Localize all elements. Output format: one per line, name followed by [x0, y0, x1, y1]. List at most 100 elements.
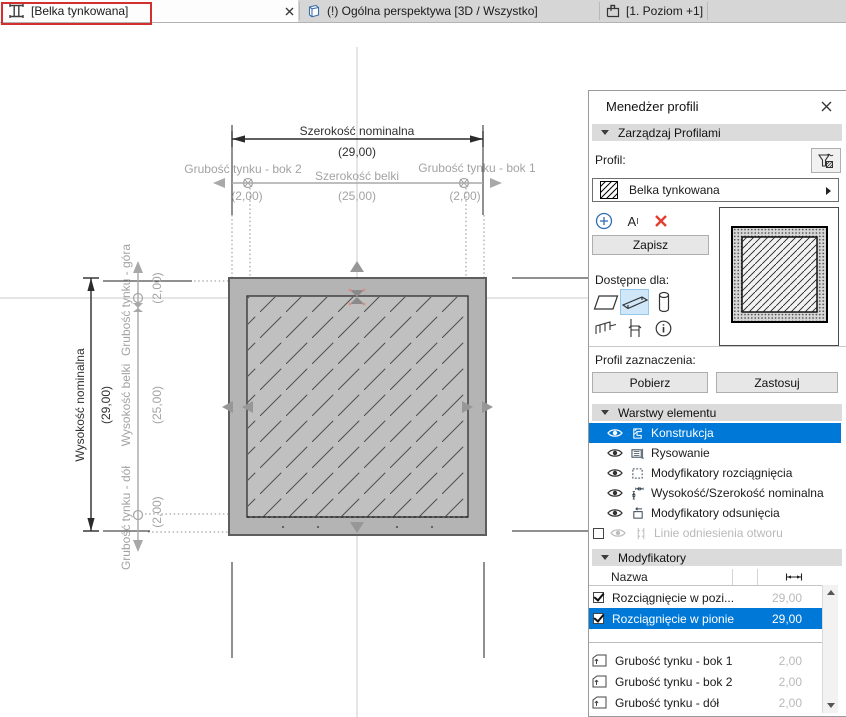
modifier-value[interactable]: 29,00 [772, 612, 802, 626]
profile-filter-button[interactable] [811, 148, 841, 173]
handle-top[interactable] [350, 261, 364, 272]
modifier-value[interactable]: 2,00 [779, 675, 802, 689]
value-column-header-icon[interactable] [785, 573, 803, 581]
tab-bar: [Belka tynkowana] (!) Ogólna perspektywa… [0, 0, 846, 23]
dim-label: Szerokość belki [315, 169, 399, 183]
modifier-row-plaster-bottom[interactable]: Grubość tynku - dół 2,00 [589, 692, 822, 713]
profile-label: Profil: [595, 153, 626, 167]
visibility-eye-icon[interactable] [607, 488, 623, 498]
dim-height-chain: Grubość tynku - góra (2,00) Wysokość bel… [119, 244, 164, 570]
arrow-up-icon [826, 590, 835, 595]
profile-dropdown[interactable]: Belka tynkowana [592, 178, 839, 202]
save-button[interactable]: Zapisz [592, 235, 709, 255]
rename-icon: A [627, 213, 637, 229]
visibility-eye-icon[interactable] [607, 428, 623, 438]
tab-label: [Belka tynkowana] [31, 4, 129, 18]
profile-preview [719, 207, 839, 346]
profile-swatch-icon [600, 181, 618, 199]
pick-up-button[interactable]: Pobierz [592, 372, 708, 393]
modifier-value[interactable]: 2,00 [779, 696, 802, 710]
layer-row-offset-modifiers[interactable]: Modyfikatory odsunięcia [589, 503, 841, 523]
dim-value: (29,00) [99, 386, 113, 424]
modifier-row-plaster-side1[interactable]: Grubość tynku - bok 1 2,00 [589, 650, 822, 671]
available-for-label: Dostępne dla: [595, 273, 670, 287]
layer-row-opening-reference[interactable]: Linie odniesienia otworu [589, 523, 841, 543]
modifier-row-stretch-horizontal[interactable]: Rozciągnięcie w pozi... 29,00 [589, 587, 822, 608]
beam-profile[interactable] [228, 277, 487, 536]
name-column-header[interactable]: Nazwa [611, 570, 648, 584]
modifier-label: Grubość tynku - dół [615, 695, 720, 710]
offset-modifier-icon [592, 654, 607, 667]
scroll-down-button[interactable] [823, 698, 838, 713]
modifier-label: Rozciągnięcie w pozi... [612, 590, 735, 605]
section-modifiers[interactable]: Modyfikatory [592, 549, 842, 566]
add-icon [595, 212, 613, 230]
dim-label: Grubość tynku - dół [119, 466, 133, 570]
tab-separator [599, 2, 600, 20]
modifiers-table-header[interactable]: Nazwa [589, 568, 822, 586]
scroll-up-button[interactable] [823, 585, 838, 600]
section-element-layers[interactable]: Warstwy elementu [592, 404, 842, 421]
tab-close-button[interactable] [281, 0, 298, 22]
handle-right-outer[interactable] [482, 401, 493, 413]
tab-floor-plan[interactable]: [1. Poziom +1] [606, 0, 703, 22]
tab-3d-perspective[interactable]: (!) Ogólna perspektywa [3D / Wszystko] [306, 0, 538, 22]
available-railing-toggle[interactable] [591, 315, 620, 341]
dim-value: (2,00) [449, 189, 480, 203]
3d-view-icon [308, 4, 320, 17]
apply-button[interactable]: Zastosuj [716, 372, 838, 393]
handle-left-outer[interactable] [222, 401, 233, 413]
section-label: Zarządzaj Profilami [618, 125, 721, 140]
profile-ibeam-icon [9, 4, 24, 18]
delete-profile-button[interactable] [651, 211, 671, 231]
delete-x-icon [655, 215, 667, 227]
modifier-checkbox[interactable] [593, 613, 604, 624]
available-info-button[interactable] [649, 315, 678, 341]
visibility-eye-icon[interactable] [607, 468, 623, 478]
modifiers-scrollbar[interactable] [822, 585, 838, 713]
arrow-down-icon [826, 703, 835, 708]
available-wall-toggle[interactable] [591, 289, 620, 315]
divider [589, 346, 846, 347]
section-caret-icon [601, 130, 609, 135]
section-manage-profiles[interactable]: Zarządzaj Profilami [592, 124, 842, 141]
layer-row-construction[interactable]: Konstrukcja [589, 423, 841, 443]
profile-manager-panel: Menedżer profili Zarządzaj Profilami Pro… [588, 90, 846, 717]
available-column-toggle[interactable] [649, 289, 678, 315]
layer-row-drawing[interactable]: Rysowanie [589, 443, 841, 463]
construction-layer-icon [633, 427, 642, 439]
layer-row-nominal-size[interactable]: Wysokość/Szerokość nominalna [589, 483, 841, 503]
close-icon [285, 7, 294, 15]
visibility-eye-icon[interactable] [607, 448, 623, 458]
modifier-row-plaster-side2[interactable]: Grubość tynku - bok 2 2,00 [589, 671, 822, 692]
modifier-label: Grubość tynku - bok 1 [615, 653, 733, 668]
dim-value: (25,00) [338, 189, 376, 203]
modifier-value[interactable]: 29,00 [772, 591, 802, 605]
dim-value: (2,00) [150, 272, 164, 303]
tab-separator [299, 2, 300, 20]
app-window: { "tabbar": { "tabs": [ {"label": "[Belk… [0, 0, 846, 717]
visibility-eye-icon[interactable] [610, 528, 626, 538]
filter-profiles-icon [818, 153, 834, 168]
rename-profile-button[interactable]: AI [622, 211, 644, 231]
story-icon [606, 4, 620, 18]
new-profile-button[interactable] [594, 211, 614, 231]
panel-close-button[interactable] [817, 97, 835, 115]
panel-title: Menedżer profili [606, 99, 699, 114]
wall-icon [593, 294, 618, 310]
modifier-checkbox[interactable] [593, 592, 604, 603]
dim-label: Szerokość nominalna [300, 124, 415, 138]
available-beam-toggle[interactable] [620, 289, 649, 315]
available-object-toggle[interactable] [620, 315, 649, 341]
layer-checkbox[interactable] [593, 527, 604, 539]
tab-profile-editor[interactable]: [Belka tynkowana] [0, 0, 298, 22]
offset-modifiers-layer-icon [632, 506, 643, 519]
layer-label: Konstrukcja [651, 426, 714, 440]
drawing-layer-icon [630, 448, 644, 459]
visibility-eye-icon[interactable] [607, 508, 623, 518]
layer-row-stretch-modifiers[interactable]: Modyfikatory rozciągnięcia [589, 463, 841, 483]
modifier-value[interactable]: 2,00 [779, 654, 802, 668]
section-caret-icon [601, 555, 609, 560]
opening-reference-layer-icon [637, 527, 644, 539]
modifier-row-stretch-vertical[interactable]: Rozciągnięcie w pionie 29,00 [589, 608, 822, 629]
